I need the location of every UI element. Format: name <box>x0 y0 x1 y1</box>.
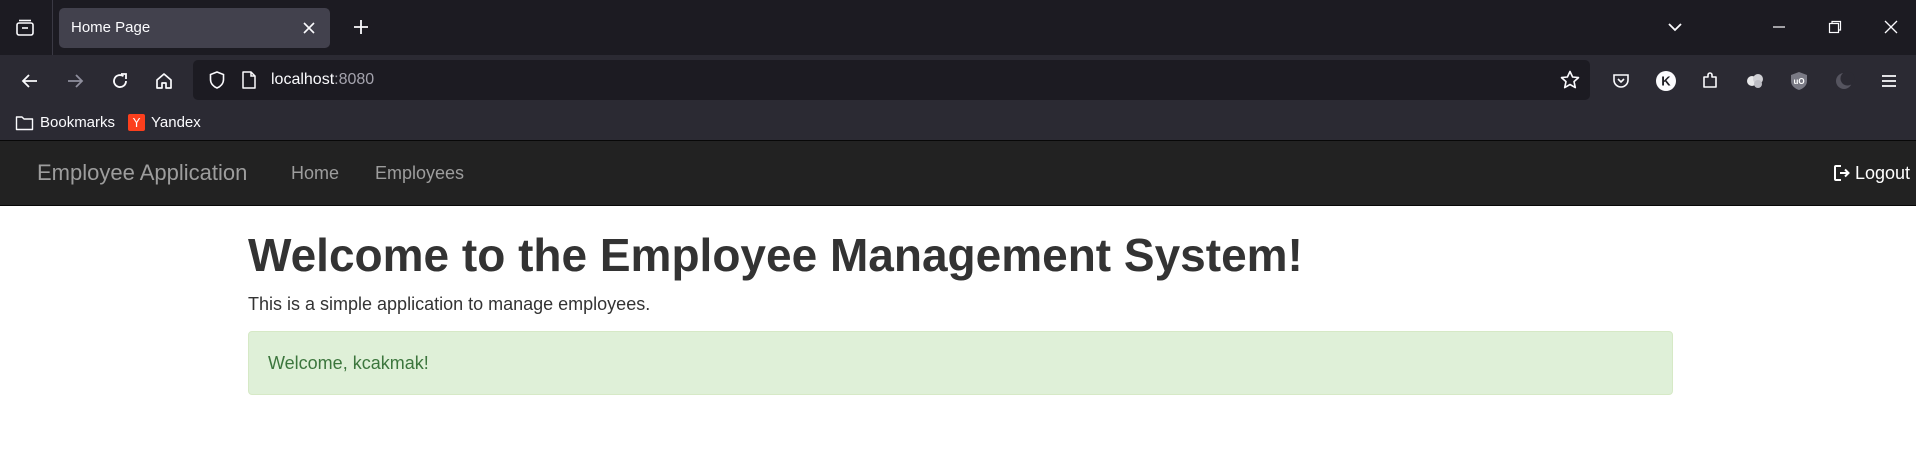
bookmark-label: Yandex <box>151 114 201 131</box>
restore-icon[interactable] <box>1822 14 1848 40</box>
url-text[interactable]: localhost:8080 <box>271 60 374 100</box>
app-navbar: Employee Application Home Employees Logo… <box>0 140 1916 206</box>
nav-link-employees[interactable]: Employees <box>375 141 464 205</box>
logout-link[interactable]: Logout <box>1833 141 1910 205</box>
chevron-down-icon[interactable] <box>1662 14 1688 40</box>
menu-hamburger-icon[interactable] <box>1875 67 1903 95</box>
bookmark-label: Bookmarks <box>40 114 116 131</box>
url-bar[interactable]: localhost:8080 <box>193 60 1590 100</box>
ublock-origin-icon[interactable]: uO <box>1785 67 1813 95</box>
alert-text: Welcome, kcakmak! <box>268 353 429 373</box>
svg-text:K: K <box>1661 74 1671 89</box>
bookmark-item-bookmarks[interactable]: Bookmarks <box>15 105 115 140</box>
logout-label: Logout <box>1854 162 1910 183</box>
browser-toolbar: localhost:8080 K uO <box>0 55 1916 105</box>
url-port: :8080 <box>334 71 375 88</box>
cloud-extension-icon[interactable] <box>1741 67 1769 95</box>
new-tab-icon[interactable] <box>348 14 374 40</box>
active-tab[interactable]: Home Page <box>59 8 330 48</box>
page-info-icon[interactable] <box>240 70 258 90</box>
bookmark-item-yandex[interactable]: Y Yandex <box>128 105 201 140</box>
browser-tab-bar: Home Page <box>0 0 1916 55</box>
tracking-shield-icon[interactable] <box>207 70 227 90</box>
tab-list-icon[interactable] <box>12 15 38 41</box>
welcome-alert: Welcome, kcakmak! <box>248 331 1673 395</box>
page-title: Welcome to the Employee Management Syste… <box>248 229 1303 281</box>
logout-icon <box>1833 165 1850 181</box>
forward-arrow-icon[interactable] <box>61 67 89 95</box>
yandex-icon: Y <box>128 114 145 131</box>
page-lead: This is a simple application to manage e… <box>248 294 651 314</box>
back-arrow-icon[interactable] <box>16 67 44 95</box>
folder-icon <box>15 115 34 130</box>
bookmarks-toolbar: Bookmarks Y Yandex <box>0 105 1916 140</box>
close-window-icon[interactable] <box>1878 14 1904 40</box>
svg-text:uO: uO <box>1793 77 1804 86</box>
tab-title: Home Page <box>71 19 151 36</box>
pocket-icon[interactable] <box>1607 67 1635 95</box>
close-tab-icon[interactable] <box>299 18 319 38</box>
home-icon[interactable] <box>150 67 178 95</box>
profile-k-icon[interactable]: K <box>1652 67 1680 95</box>
navbar-brand[interactable]: Employee Application <box>37 141 247 205</box>
tab-separator <box>52 0 53 55</box>
minimize-icon[interactable] <box>1766 14 1792 40</box>
dark-reader-icon[interactable] <box>1830 67 1858 95</box>
extensions-puzzle-icon[interactable] <box>1696 67 1724 95</box>
bookmark-star-icon[interactable] <box>1559 69 1581 91</box>
url-host: localhost <box>271 71 335 88</box>
reload-icon[interactable] <box>106 67 134 95</box>
nav-link-home[interactable]: Home <box>291 141 339 205</box>
